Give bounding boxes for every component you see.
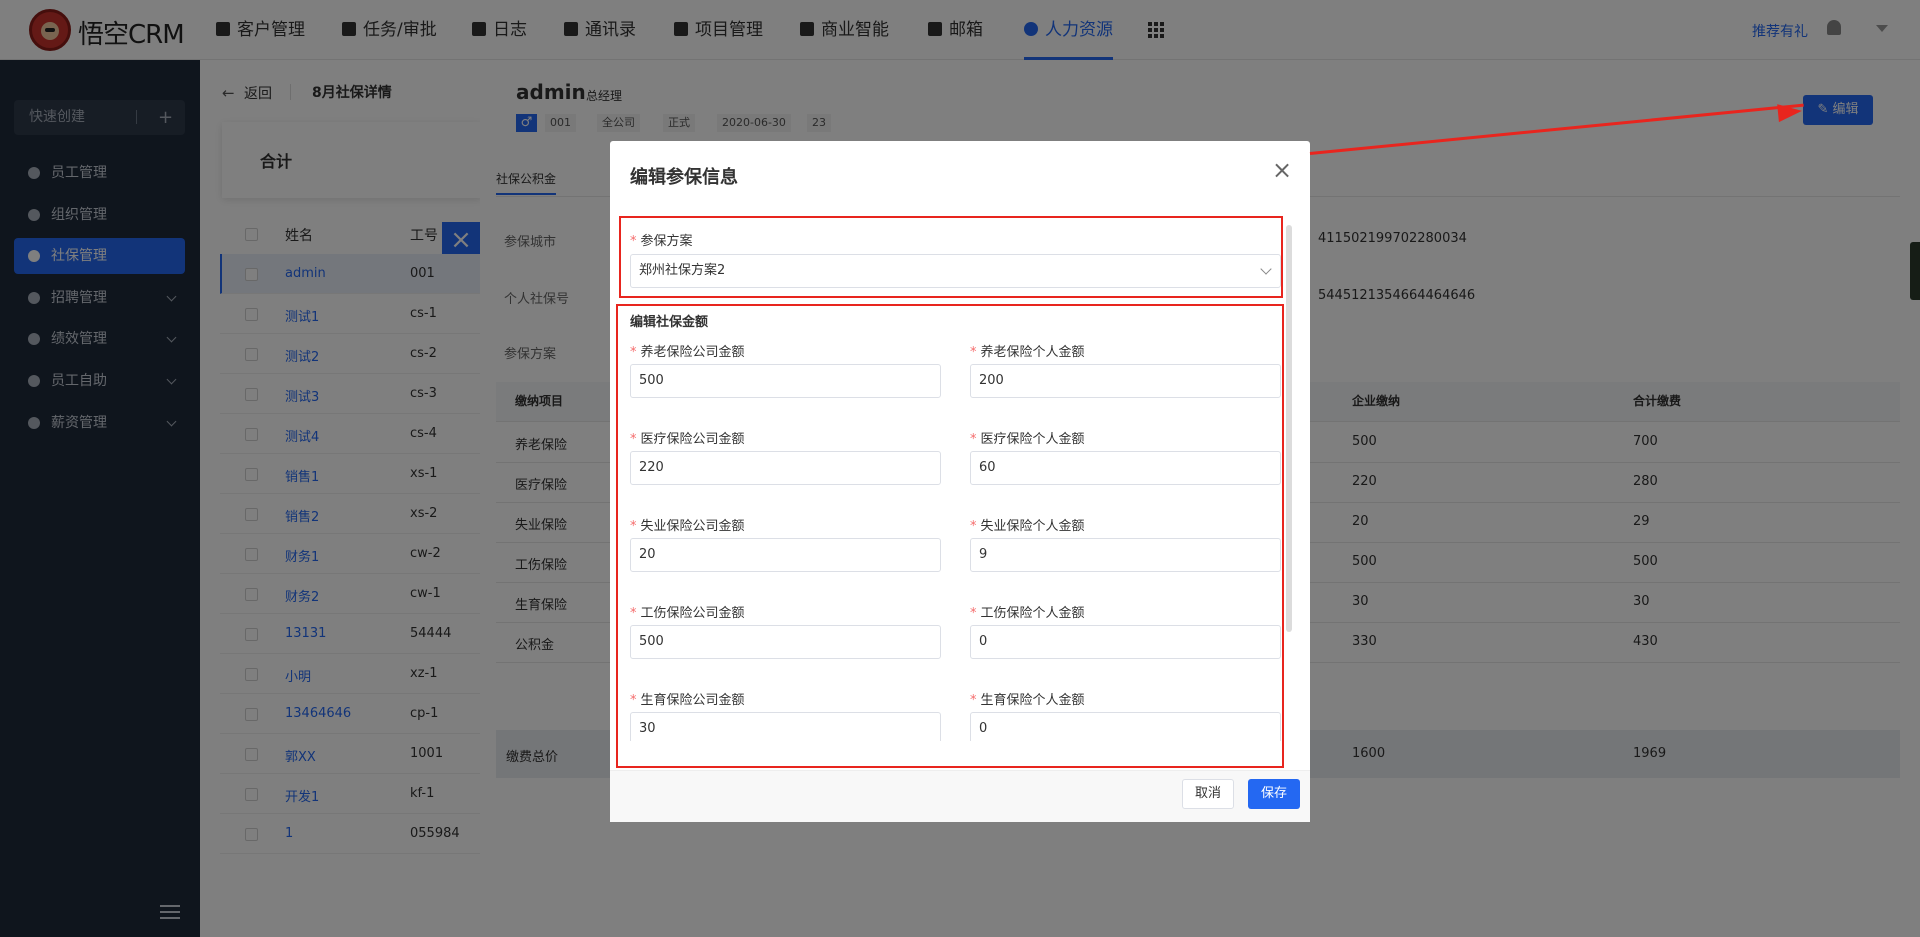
annotation-highlight-amounts [616, 304, 1284, 768]
annotation-highlight-plan [619, 216, 1283, 298]
cancel-button[interactable]: 取消 [1182, 779, 1234, 809]
save-button[interactable]: 保存 [1248, 779, 1300, 809]
annotation-arrow-head [1777, 101, 1803, 123]
